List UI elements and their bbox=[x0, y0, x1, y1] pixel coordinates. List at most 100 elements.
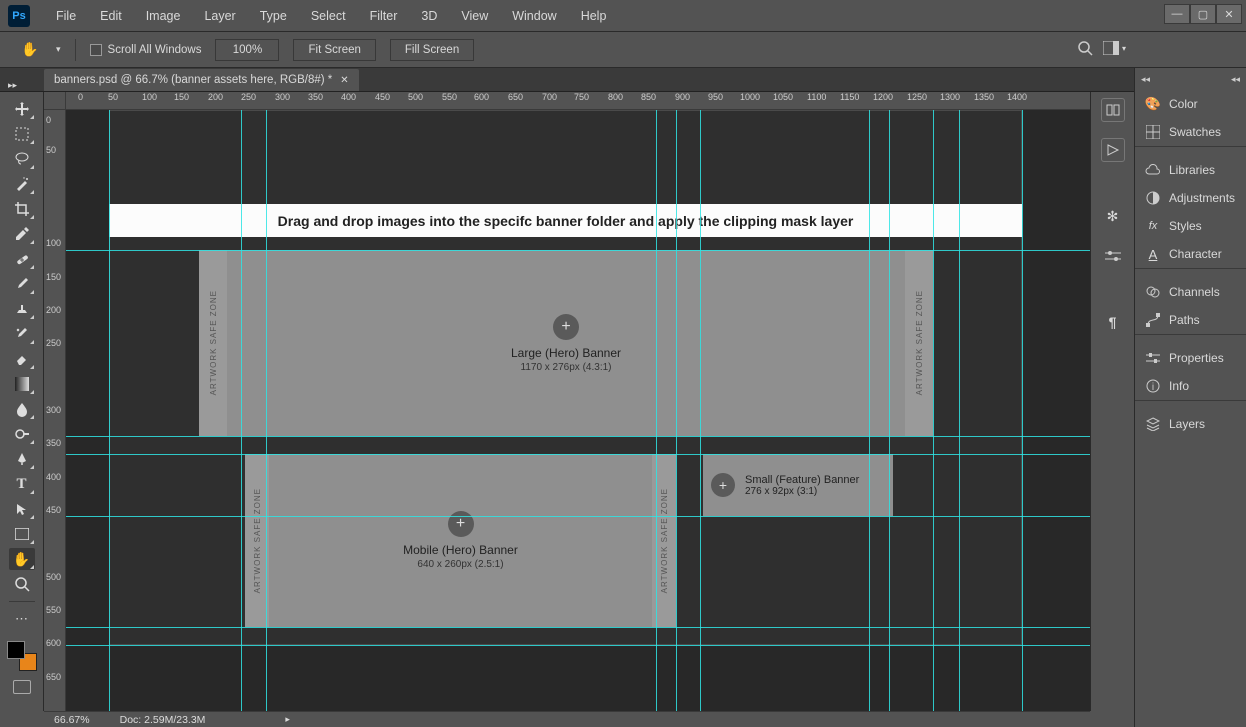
history-panel-icon[interactable] bbox=[1101, 98, 1125, 122]
collapse-right-icon[interactable]: ◂◂ bbox=[1231, 74, 1240, 85]
color-swatches[interactable] bbox=[7, 641, 37, 671]
brush-settings-panel-icon[interactable] bbox=[1101, 244, 1125, 268]
search-icon[interactable] bbox=[1077, 40, 1093, 56]
dodge-tool[interactable] bbox=[9, 423, 35, 445]
menu-select[interactable]: Select bbox=[299, 9, 358, 23]
guide[interactable] bbox=[66, 516, 1090, 517]
mobile-banner-slot[interactable]: + Mobile (Hero) Banner 640 x 260px (2.5:… bbox=[245, 454, 676, 627]
brush-tool[interactable] bbox=[9, 273, 35, 295]
edit-toolbar-icon[interactable]: ⋯ bbox=[9, 608, 35, 630]
history-brush-tool[interactable] bbox=[9, 323, 35, 345]
clone-stamp-tool[interactable] bbox=[9, 298, 35, 320]
menu-window[interactable]: Window bbox=[500, 9, 568, 23]
window-close-button[interactable]: ✕ bbox=[1216, 4, 1242, 24]
hand-tool[interactable]: ✋ bbox=[9, 548, 35, 570]
menu-file[interactable]: File bbox=[44, 9, 88, 23]
guide[interactable] bbox=[109, 110, 110, 711]
ruler-origin[interactable] bbox=[44, 92, 66, 110]
guide[interactable] bbox=[1022, 110, 1023, 711]
panel-info[interactable]: iInfo bbox=[1135, 372, 1246, 400]
panel-libraries[interactable]: Libraries bbox=[1135, 156, 1246, 184]
guide[interactable] bbox=[959, 110, 960, 711]
window-minimize-button[interactable]: — bbox=[1164, 4, 1190, 24]
zoom-tool[interactable] bbox=[9, 573, 35, 595]
large-banner-slot[interactable]: + Large (Hero) Banner 1170 x 276px (4.3:… bbox=[199, 250, 933, 436]
panel-color[interactable]: 🎨Color bbox=[1135, 90, 1246, 118]
guide[interactable] bbox=[889, 110, 890, 711]
guide[interactable] bbox=[66, 645, 1090, 646]
fit-screen-button[interactable]: Fit Screen bbox=[293, 39, 375, 61]
fill-screen-button[interactable]: Fill Screen bbox=[390, 39, 474, 61]
brushes-panel-icon[interactable]: ✻ bbox=[1101, 204, 1125, 228]
type-tool[interactable]: T bbox=[9, 473, 35, 495]
zoom-100-button[interactable]: 100% bbox=[215, 39, 279, 61]
layers-icon bbox=[1145, 416, 1161, 432]
marquee-tool[interactable] bbox=[9, 123, 35, 145]
guide[interactable] bbox=[66, 454, 1090, 455]
panel-channels[interactable]: Channels bbox=[1135, 278, 1246, 306]
small-banner-slot[interactable]: + Small (Feature) Banner 276 x 92px (3:1… bbox=[703, 454, 893, 516]
rectangle-tool[interactable] bbox=[9, 523, 35, 545]
quick-mask-toggle[interactable] bbox=[13, 680, 31, 694]
panel-styles[interactable]: fxStyles bbox=[1135, 212, 1246, 240]
guide[interactable] bbox=[266, 110, 267, 711]
guide[interactable] bbox=[66, 627, 1090, 628]
guide[interactable] bbox=[66, 250, 1090, 251]
status-doc-size[interactable]: Doc: 2.59M/23.3M bbox=[120, 714, 206, 726]
collapse-left-icon[interactable]: ◂◂ bbox=[1141, 74, 1150, 85]
fx-icon: fx bbox=[1145, 218, 1161, 234]
tool-preset-chevron-icon[interactable]: ▾ bbox=[56, 44, 61, 55]
guide[interactable] bbox=[66, 436, 1090, 437]
gradient-tool[interactable] bbox=[9, 373, 35, 395]
horizontal-ruler[interactable]: 0 50 100 150 200 250 300 350 400 450 500… bbox=[66, 92, 1090, 110]
expand-toolbar-icon[interactable]: ▸▸ bbox=[8, 80, 17, 91]
guide[interactable] bbox=[700, 110, 701, 711]
actions-panel-icon[interactable] bbox=[1101, 138, 1125, 162]
scroll-all-windows-checkbox[interactable]: Scroll All Windows bbox=[90, 44, 202, 56]
panel-paths[interactable]: Paths bbox=[1135, 306, 1246, 334]
status-menu-chevron-icon[interactable]: ▸ bbox=[285, 714, 290, 725]
menu-image[interactable]: Image bbox=[134, 9, 193, 23]
panel-properties[interactable]: Properties bbox=[1135, 344, 1246, 372]
guide[interactable] bbox=[933, 110, 934, 711]
panel-layers[interactable]: Layers bbox=[1135, 410, 1246, 438]
crop-tool[interactable] bbox=[9, 198, 35, 220]
menu-edit[interactable]: Edit bbox=[88, 9, 134, 23]
guide[interactable] bbox=[241, 110, 242, 711]
cloud-icon bbox=[1145, 162, 1161, 178]
menu-view[interactable]: View bbox=[449, 9, 500, 23]
move-tool[interactable] bbox=[9, 98, 35, 120]
guide[interactable] bbox=[869, 110, 870, 711]
foreground-color-swatch[interactable] bbox=[7, 641, 25, 659]
menu-filter[interactable]: Filter bbox=[358, 9, 410, 23]
blur-tool[interactable] bbox=[9, 398, 35, 420]
sliders-icon bbox=[1145, 350, 1161, 366]
guide[interactable] bbox=[656, 110, 657, 711]
pen-tool[interactable] bbox=[9, 448, 35, 470]
path-selection-tool[interactable] bbox=[9, 498, 35, 520]
menu-3d[interactable]: 3D bbox=[409, 9, 449, 23]
eyedropper-tool[interactable] bbox=[9, 223, 35, 245]
paragraph-panel-icon[interactable]: ¶ bbox=[1101, 310, 1125, 334]
document-tab[interactable]: banners.psd @ 66.7% (banner assets here,… bbox=[44, 69, 359, 91]
status-zoom[interactable]: 66.67% bbox=[54, 714, 90, 726]
menu-layer[interactable]: Layer bbox=[192, 9, 247, 23]
window-maximize-button[interactable]: ▢ bbox=[1190, 4, 1216, 24]
info-icon: i bbox=[1145, 378, 1161, 394]
checkbox-icon bbox=[90, 44, 102, 56]
close-tab-icon[interactable]: ✕ bbox=[340, 75, 348, 86]
healing-brush-tool[interactable] bbox=[9, 248, 35, 270]
menu-type[interactable]: Type bbox=[248, 9, 299, 23]
small-banner-dim: 276 x 92px (3:1) bbox=[745, 486, 859, 497]
magic-wand-tool[interactable] bbox=[9, 173, 35, 195]
menu-help[interactable]: Help bbox=[569, 9, 619, 23]
panel-character[interactable]: ACharacter bbox=[1135, 240, 1246, 268]
lasso-tool[interactable] bbox=[9, 148, 35, 170]
workspace-switcher-icon[interactable]: ▾ bbox=[1103, 41, 1126, 55]
guide[interactable] bbox=[676, 110, 677, 711]
panel-swatches[interactable]: Swatches bbox=[1135, 118, 1246, 146]
canvas[interactable]: Drag and drop images into the specifc ba… bbox=[66, 110, 1090, 711]
eraser-tool[interactable] bbox=[9, 348, 35, 370]
panel-adjustments[interactable]: Adjustments bbox=[1135, 184, 1246, 212]
vertical-ruler[interactable]: 0 50 100 150 200 250 300 350 400 450 500… bbox=[44, 110, 66, 711]
